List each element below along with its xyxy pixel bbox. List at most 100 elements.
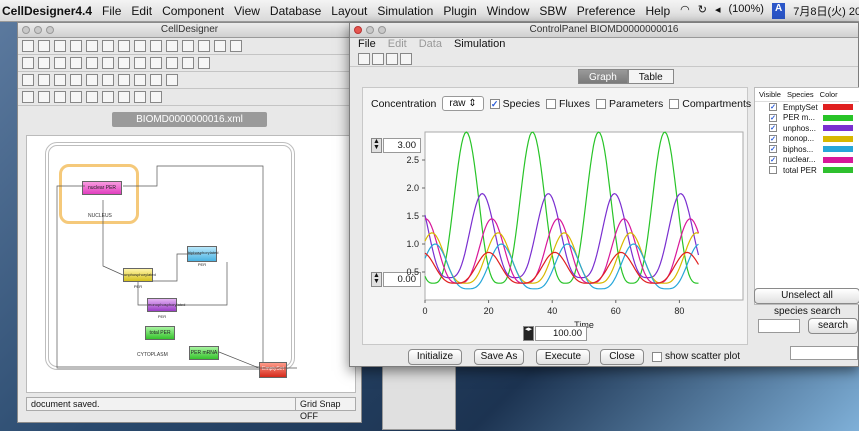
modulation-icon[interactable] [166, 74, 178, 86]
compartment-nucleus[interactable]: nuclear PER NUCLEUS [59, 164, 139, 224]
xmax-stepper[interactable]: ◂▸ [523, 326, 534, 341]
degraded-icon[interactable] [150, 57, 162, 69]
species-per-mrna[interactable]: PER mRNA [189, 346, 219, 360]
myristoylation-icon[interactable] [150, 91, 162, 103]
cp-menu-simulation[interactable]: Simulation [454, 38, 505, 51]
unselect-all-button[interactable]: Unselect all [754, 288, 859, 304]
residue-icon[interactable] [22, 91, 34, 103]
species-unphosphorylated-per[interactable]: unphosphorylated PER [123, 268, 156, 289]
tab-table[interactable]: Table [627, 69, 674, 84]
menu-view[interactable]: View [234, 4, 260, 18]
methylation-icon[interactable] [102, 91, 114, 103]
new-icon[interactable] [22, 40, 34, 52]
simple-molecule-icon[interactable] [118, 57, 130, 69]
redo-icon[interactable] [150, 40, 162, 52]
save-icon[interactable] [54, 40, 66, 52]
ubiquitination-icon[interactable] [86, 91, 98, 103]
inhibition-icon[interactable] [70, 74, 82, 86]
cut-icon[interactable] [86, 40, 98, 52]
species-search-input[interactable] [758, 319, 800, 333]
copy-icon[interactable] [102, 40, 114, 52]
legend-row[interactable]: ✓ nuclear... [755, 155, 859, 166]
menu-simulation[interactable]: Simulation [377, 4, 433, 18]
document-tab[interactable]: BIOMD0000000016.xml [112, 112, 267, 127]
align-icon[interactable] [198, 40, 210, 52]
rna-icon[interactable] [86, 57, 98, 69]
minimize-icon[interactable] [366, 26, 374, 34]
cp-menu-data[interactable]: Data [419, 38, 442, 51]
protein-icon[interactable] [54, 57, 66, 69]
phenotype-icon[interactable] [166, 57, 178, 69]
menu-layout[interactable]: Layout [331, 4, 367, 18]
volume-icon[interactable]: ◂ [715, 3, 721, 19]
gene-icon[interactable] [70, 57, 82, 69]
menu-window[interactable]: Window [487, 4, 530, 18]
scatter-plot-checkbox[interactable]: show scatter plot [652, 351, 740, 362]
search-button[interactable]: search [808, 318, 858, 334]
close-icon[interactable] [354, 26, 362, 34]
app-name[interactable]: CellDesigner4.4 [2, 4, 92, 18]
glycosylation-icon[interactable] [134, 91, 146, 103]
checkbox-checked-icon[interactable]: ✓ [769, 124, 777, 133]
zoom-out-icon[interactable] [182, 40, 194, 52]
legend-row[interactable]: total PER [755, 165, 859, 176]
compartment-icon[interactable] [38, 57, 50, 69]
ion-icon[interactable] [134, 57, 146, 69]
species-biphosphorylated-per[interactable]: biphosphorylated PER [187, 246, 218, 267]
menu-database[interactable]: Database [270, 4, 321, 18]
cp-menu-file[interactable]: File [358, 38, 376, 51]
truncation-icon[interactable] [150, 74, 162, 86]
hydroxylation-icon[interactable] [118, 91, 130, 103]
complex-icon[interactable] [102, 57, 114, 69]
drug-icon[interactable] [182, 57, 194, 69]
checkbox-checked-icon[interactable]: ✓ [769, 134, 777, 143]
export-icon[interactable] [400, 52, 412, 65]
sync-icon[interactable]: ↻ [698, 3, 707, 19]
cp-menu-edit[interactable]: Edit [388, 38, 407, 51]
legend-row[interactable]: ✓ unphos... [755, 123, 859, 134]
reaction-icon[interactable] [22, 74, 34, 86]
menu-help[interactable]: Help [645, 4, 670, 18]
paste-icon[interactable] [118, 40, 130, 52]
phosphorylation-icon[interactable] [54, 91, 66, 103]
species-emptyset[interactable]: EmptySet [259, 362, 287, 378]
print-icon[interactable] [386, 52, 398, 65]
legend-row[interactable]: ✓ monop... [755, 134, 859, 145]
legend-row[interactable]: ✓ EmptySet [755, 102, 859, 113]
close-button[interactable]: Close [600, 349, 644, 365]
execute-button[interactable]: Execute [536, 349, 590, 365]
transport-icon[interactable] [38, 74, 50, 86]
checkbox-checked-icon[interactable]: ✓ [769, 103, 777, 112]
zoom-icon[interactable] [378, 26, 386, 34]
minimize-icon[interactable] [34, 26, 42, 34]
menu-edit[interactable]: Edit [131, 4, 152, 18]
battery-level[interactable]: (100%) [729, 3, 764, 19]
transcription-icon[interactable] [86, 74, 98, 86]
save-as-button[interactable]: Save As [474, 349, 524, 365]
menu-file[interactable]: File [102, 4, 121, 18]
association-icon[interactable] [134, 74, 146, 86]
menu-plugin[interactable]: Plugin [443, 4, 476, 18]
checkbox-icon[interactable] [769, 166, 777, 175]
xmax-input[interactable]: 100.00 [535, 326, 587, 341]
zoom-in-icon[interactable] [166, 40, 178, 52]
undo-icon[interactable] [134, 40, 146, 52]
select-icon[interactable] [22, 57, 34, 69]
acetylation-icon[interactable] [70, 91, 82, 103]
menu-component[interactable]: Component [162, 4, 224, 18]
binding-icon[interactable] [38, 91, 50, 103]
legend-row[interactable]: ✓ PER m... [755, 113, 859, 124]
menu-preference[interactable]: Preference [577, 4, 636, 18]
zoom-icon[interactable] [46, 26, 54, 34]
initialize-button[interactable]: Initialize [408, 349, 462, 365]
legend-row[interactable]: ✓ biphos... [755, 144, 859, 155]
diagram-canvas[interactable]: CYTOPLASM nuclear PER NUCLEUS biphosphor… [26, 135, 356, 393]
translation-icon[interactable] [102, 74, 114, 86]
grid-snap-status[interactable]: Grid Snap OFF [295, 398, 355, 421]
print-icon[interactable] [70, 40, 82, 52]
species-total-per[interactable]: total PER [145, 326, 175, 340]
clock[interactable]: 7月8日(火) 20:16:4 [793, 3, 859, 19]
species-nuclear-per[interactable]: nuclear PER [82, 181, 122, 195]
open-icon[interactable] [358, 52, 370, 65]
open-icon[interactable] [38, 40, 50, 52]
